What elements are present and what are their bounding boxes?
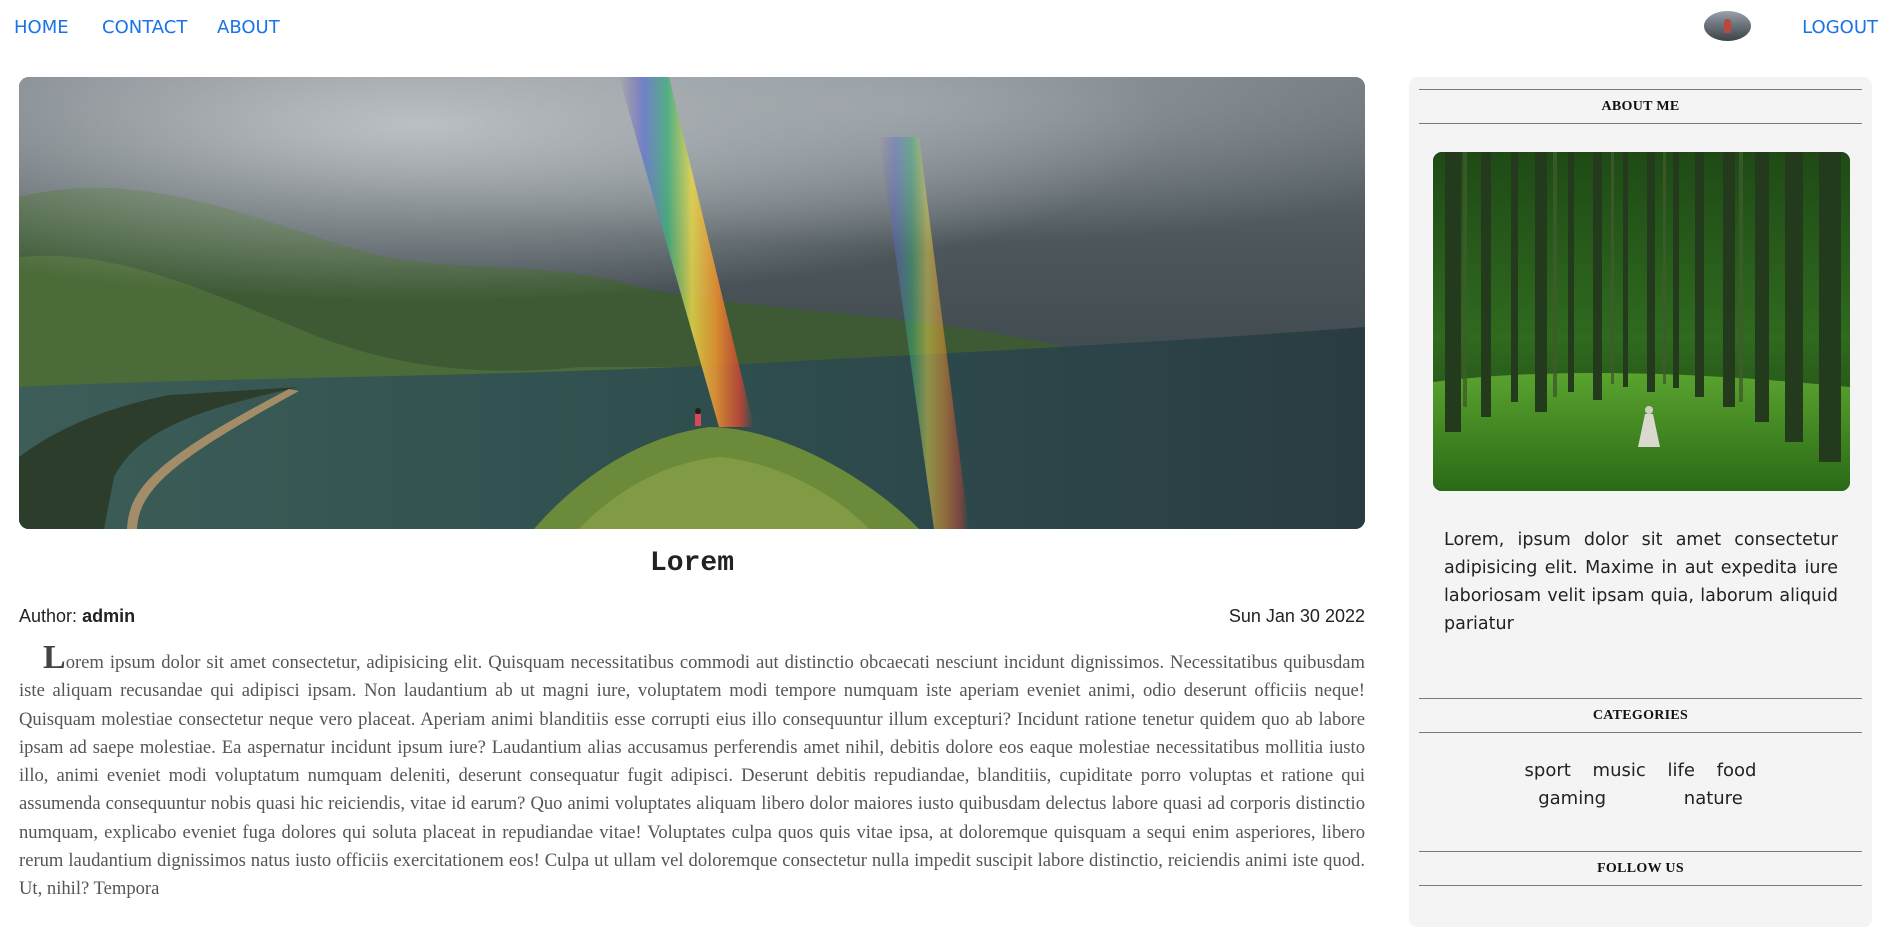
category-nature[interactable]: nature	[1684, 785, 1743, 813]
category-music[interactable]: music	[1593, 757, 1646, 785]
dropcap-letter: L	[43, 639, 66, 676]
post-date: Sun Jan 30 2022	[1228, 606, 1365, 626]
author-label: Author:	[19, 606, 78, 626]
nav-home-link[interactable]: HOME	[14, 17, 69, 38]
categories-list: sport music life food gaming nature	[1419, 757, 1862, 813]
user-avatar[interactable]	[1704, 11, 1751, 41]
nav-contact-link[interactable]: CONTACT	[102, 17, 187, 38]
categories-heading: CATEGORIES	[1419, 698, 1862, 733]
category-life[interactable]: life	[1668, 757, 1695, 785]
post-body-text: orem ipsum dolor sit amet consectetur, a…	[19, 652, 1365, 900]
about-me-heading: ABOUT ME	[1419, 89, 1862, 124]
about-me-image	[1433, 152, 1850, 491]
top-nav: HOME CONTACT ABOUT LOGOUT	[0, 0, 1892, 54]
post-body: Lorem ipsum dolor sit amet consectetur, …	[19, 641, 1365, 904]
sidebar: ABOUT ME Lorem, ipsum dolor sit amet con…	[1409, 77, 1872, 927]
category-gaming[interactable]: gaming	[1538, 785, 1606, 813]
post-hero-image	[19, 77, 1365, 529]
category-food[interactable]: food	[1717, 757, 1757, 785]
author-name[interactable]: admin	[82, 606, 135, 626]
nav-about-link[interactable]: ABOUT	[217, 17, 280, 38]
about-me-text: Lorem, ipsum dolor sit amet consectetur …	[1444, 530, 1838, 634]
nav-logout-link[interactable]: LOGOUT	[1802, 17, 1878, 38]
post-author: Author: admin	[19, 606, 135, 627]
post-title: Lorem	[649, 548, 734, 579]
follow-us-heading: FOLLOW US	[1419, 851, 1862, 886]
category-sport[interactable]: sport	[1525, 757, 1571, 785]
